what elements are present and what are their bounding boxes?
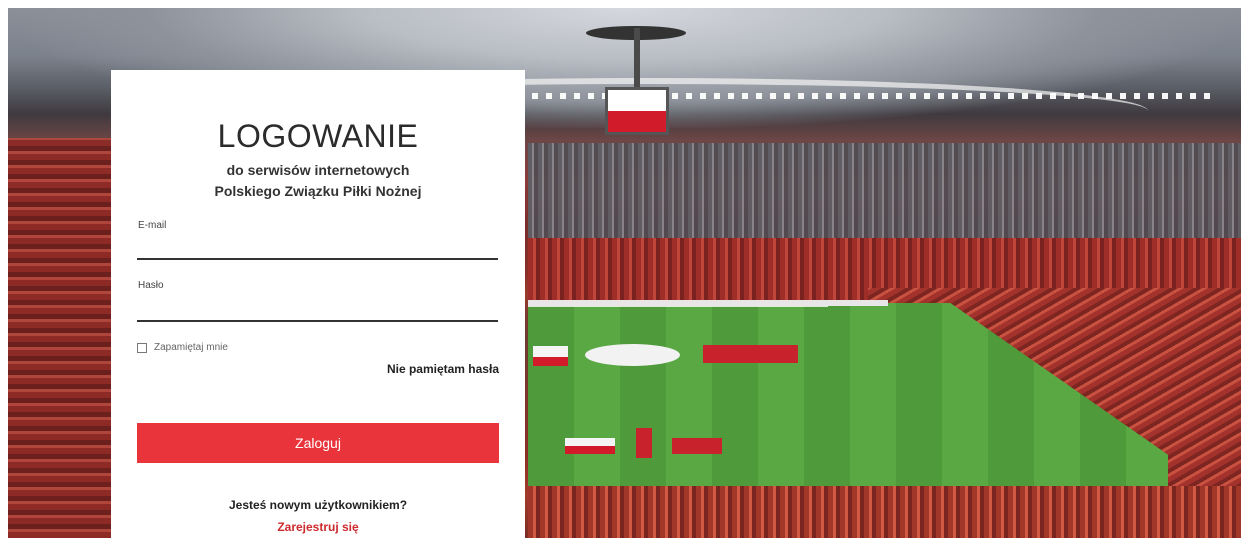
roof-mast — [634, 28, 640, 98]
email-field[interactable] — [137, 236, 498, 260]
remember-me-label: Zapamiętaj mnie — [154, 342, 228, 353]
montenegro-flag-banner — [703, 345, 798, 363]
remember-me-checkbox[interactable] — [137, 342, 147, 353]
page: LOGOWANIE do serwisów internetowych Pols… — [0, 0, 1241, 538]
advertising-board — [528, 300, 888, 306]
login-title: LOGOWANIE — [217, 118, 419, 154]
poland-flag-screen — [608, 90, 666, 132]
bottom-stands — [528, 486, 1241, 538]
trophy-banner — [636, 428, 652, 458]
left-stands — [8, 138, 118, 538]
remember-me[interactable]: Zapamiętaj mnie — [137, 342, 228, 353]
montenegro-flag-small — [672, 438, 722, 454]
login-subtitle-line1: do serwisów internetowych — [226, 162, 410, 178]
new-user-text: Jesteś nowym użytkownikiem? — [228, 498, 408, 512]
poland-flag-small — [565, 438, 615, 454]
login-card: LOGOWANIE do serwisów internetowych Pols… — [111, 70, 525, 538]
login-button[interactable]: Zaloguj — [137, 423, 499, 463]
password-label: Hasło — [138, 280, 164, 291]
forgot-password-link[interactable]: Nie pamiętam hasła — [387, 362, 499, 376]
register-link[interactable]: Zarejestruj się — [111, 520, 525, 534]
center-circle-banner — [585, 344, 680, 366]
email-label: E-mail — [138, 220, 167, 231]
login-subtitle-line2: Polskiego Związku Piłki Nożnej — [214, 183, 422, 199]
password-field[interactable] — [137, 298, 498, 322]
poland-flag-banner — [533, 346, 568, 366]
